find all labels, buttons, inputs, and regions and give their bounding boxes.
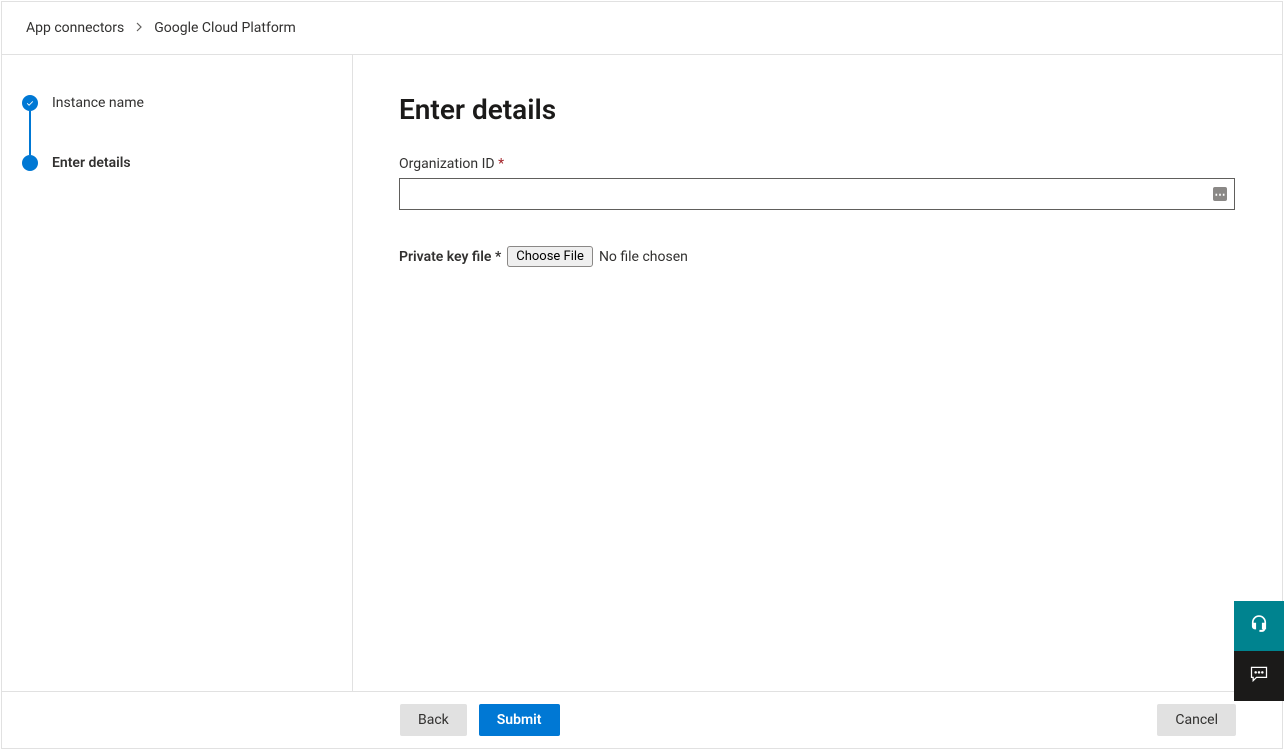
file-status-text: No file chosen xyxy=(599,249,688,265)
label-text: Private key file xyxy=(399,249,491,265)
private-key-file-field: Private key file * Choose File No file c… xyxy=(399,246,1236,267)
step-enter-details[interactable]: Enter details xyxy=(22,155,332,171)
private-key-label: Private key file * xyxy=(399,249,501,265)
main-content: Enter details Organization ID * Private … xyxy=(353,55,1282,691)
step-label: Instance name xyxy=(52,95,144,111)
headset-icon xyxy=(1249,614,1269,638)
feedback-icon xyxy=(1249,664,1269,688)
label-text: Organization ID xyxy=(399,156,495,172)
step-connector xyxy=(29,111,31,155)
current-step-icon xyxy=(22,155,38,171)
checkmark-icon xyxy=(22,95,38,111)
breadcrumb-current: Google Cloud Platform xyxy=(154,20,296,36)
step-instance-name[interactable]: Instance name xyxy=(22,95,332,111)
page-title: Enter details xyxy=(399,93,1236,126)
organization-id-label: Organization ID * xyxy=(399,156,1236,172)
back-button[interactable]: Back xyxy=(400,704,467,736)
feedback-widget-button[interactable] xyxy=(1234,651,1284,701)
chevron-right-icon xyxy=(134,21,144,35)
wizard-footer: Back Submit Cancel xyxy=(2,691,1282,748)
required-asterisk: * xyxy=(495,249,501,265)
side-widgets xyxy=(1234,601,1284,701)
input-suggestions-icon[interactable] xyxy=(1213,187,1227,201)
organization-id-input[interactable] xyxy=(399,178,1235,210)
submit-button[interactable]: Submit xyxy=(479,704,560,736)
required-asterisk: * xyxy=(498,156,504,172)
choose-file-button[interactable]: Choose File xyxy=(507,246,593,267)
wizard-steps-sidebar: Instance name Enter details xyxy=(2,55,353,691)
organization-id-field: Organization ID * xyxy=(399,156,1236,210)
step-label: Enter details xyxy=(52,155,131,171)
support-widget-button[interactable] xyxy=(1234,601,1284,651)
breadcrumb: App connectors Google Cloud Platform xyxy=(2,2,1282,55)
cancel-button[interactable]: Cancel xyxy=(1157,704,1236,736)
breadcrumb-root[interactable]: App connectors xyxy=(26,20,124,36)
